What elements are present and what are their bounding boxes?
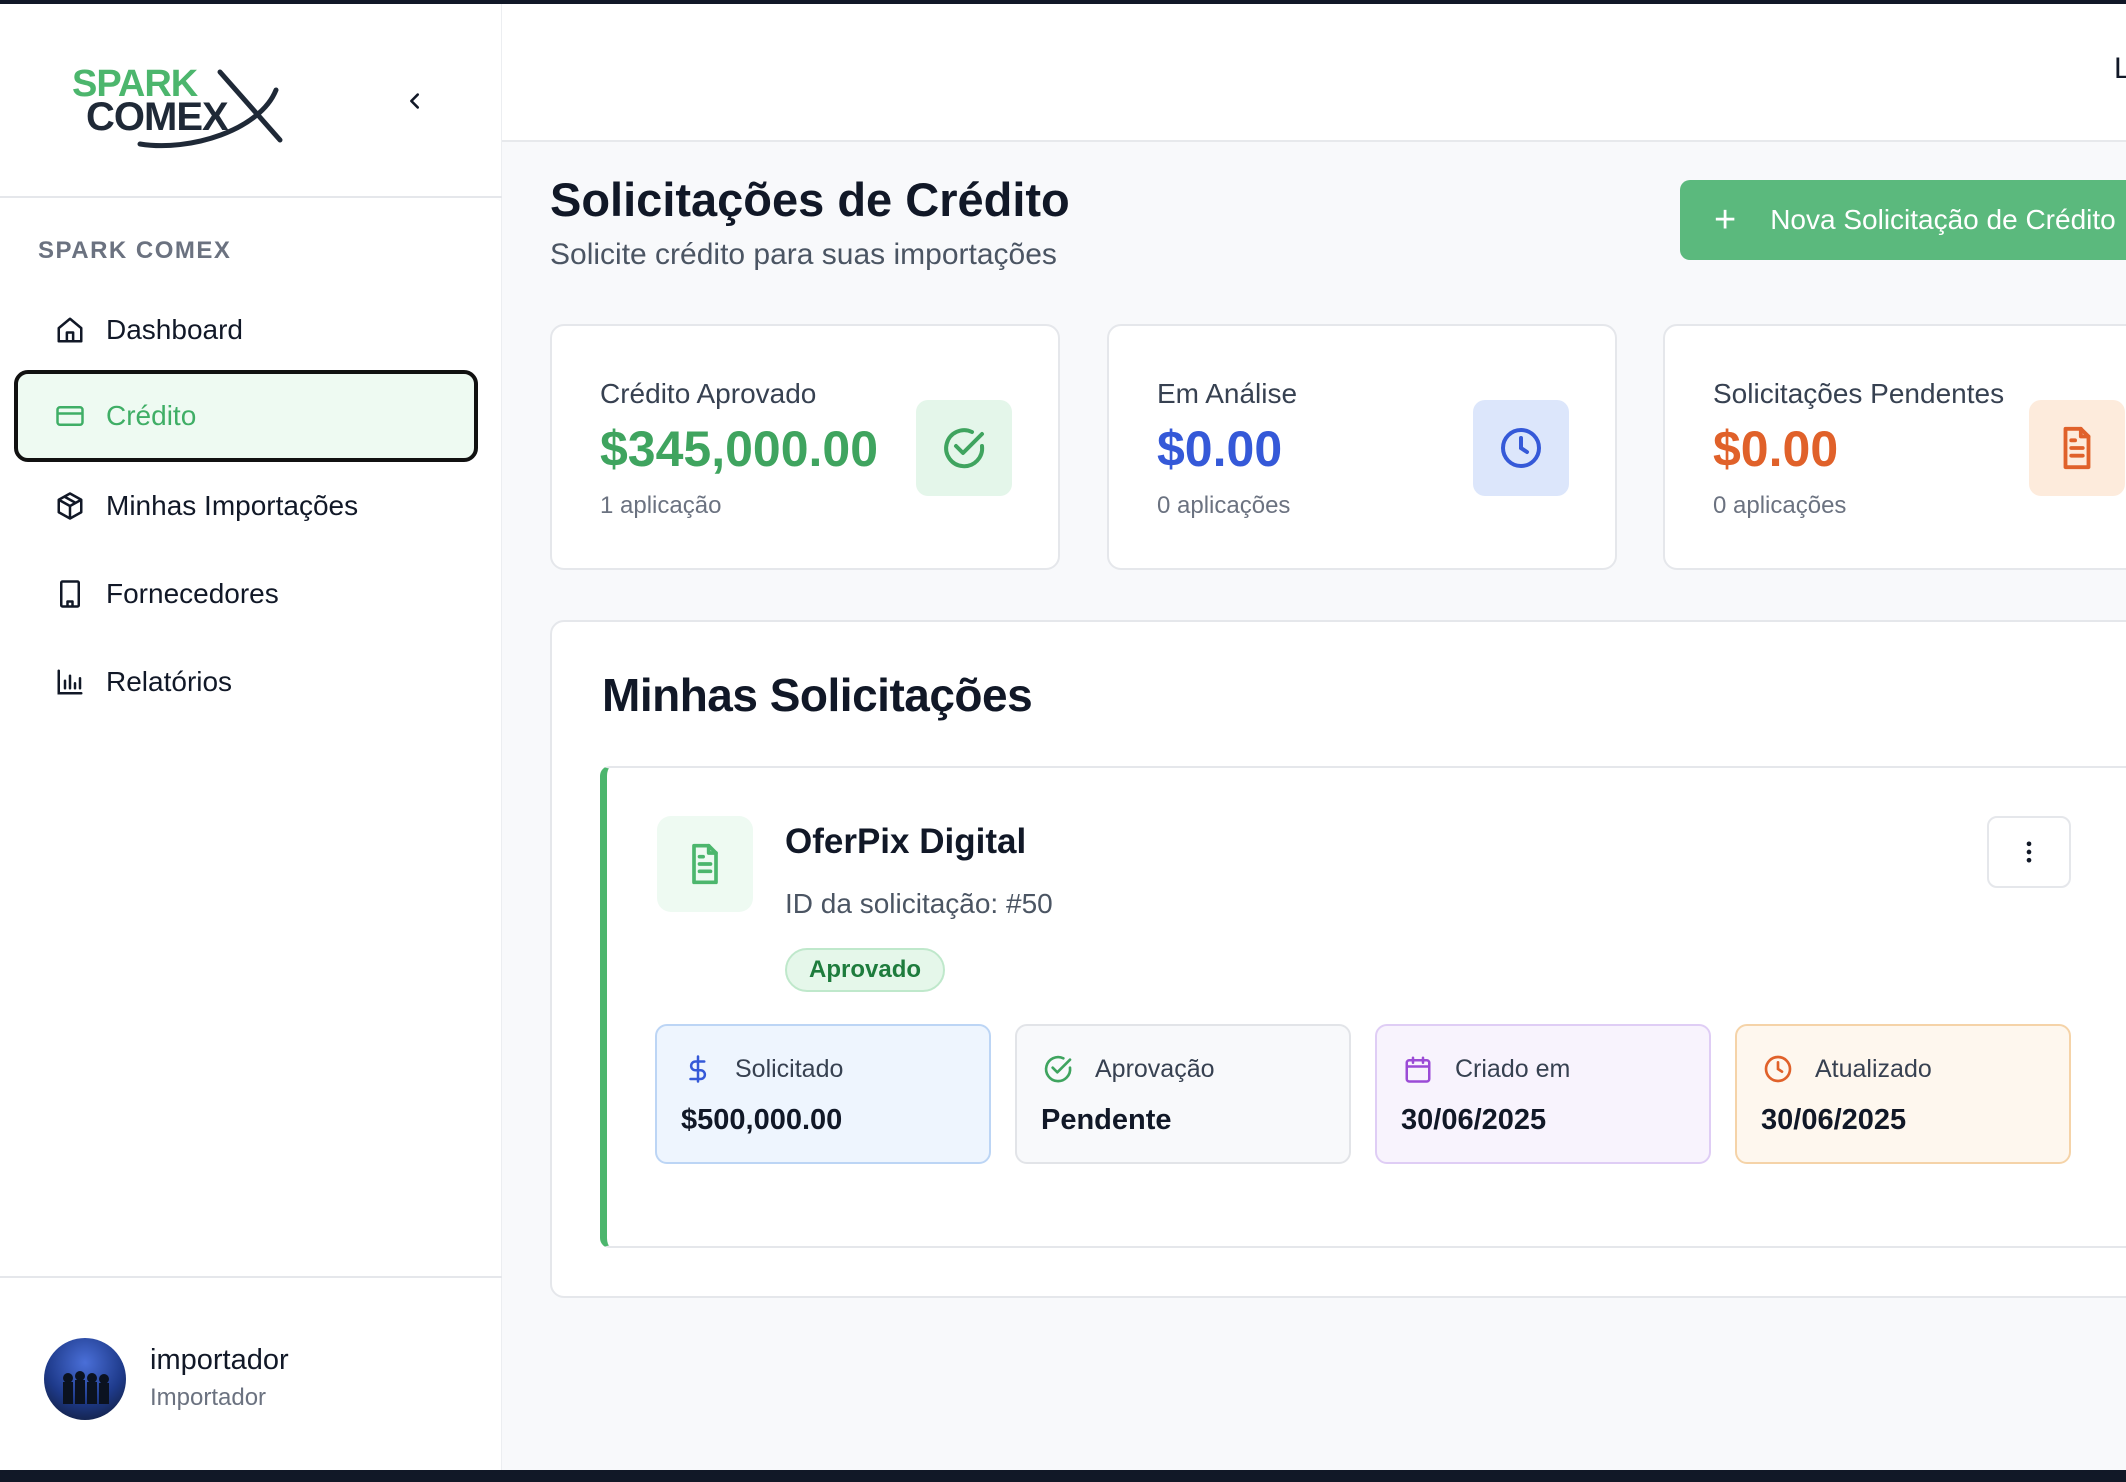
- plus-icon: +: [1714, 198, 1737, 241]
- check-circle-icon: [916, 400, 1012, 496]
- sidebar-item-credito[interactable]: Crédito: [14, 370, 478, 462]
- request-actions-button[interactable]: [1987, 816, 2071, 888]
- bar-chart-icon: [54, 666, 86, 698]
- page-title: Solicitações de Crédito: [550, 173, 1070, 226]
- stat-card-approved: Crédito Aprovado $345,000.00 1 aplicação: [550, 324, 1060, 570]
- requests-panel: Minhas Solicitações OferPix Digital ID d…: [550, 620, 2126, 1298]
- calendar-icon: [1401, 1052, 1435, 1086]
- sidebar-item-label: Dashboard: [106, 314, 243, 345]
- sidebar-item-label: Fornecedores: [106, 578, 279, 609]
- info-value: 30/06/2025: [1401, 1104, 1547, 1136]
- spark-comex-logo[interactable]: SPARK COMEX: [70, 60, 284, 152]
- stat-value: $345,000.00: [600, 421, 879, 477]
- user-role: Importador: [150, 1384, 267, 1411]
- building-icon: [54, 578, 86, 610]
- logo-area: SPARK COMEX: [0, 4, 502, 198]
- home-icon: [54, 314, 86, 346]
- svg-text:COMEX: COMEX: [86, 95, 229, 139]
- info-created: Criado em 30/06/2025: [1375, 1024, 1711, 1164]
- requests-title: Minhas Solicitações: [602, 669, 1033, 721]
- sidebar-item-relatorios[interactable]: Relatórios: [14, 636, 478, 728]
- info-requested: Solicitado $500,000.00: [655, 1024, 991, 1164]
- info-value: Pendente: [1041, 1104, 1172, 1136]
- sidebar: SPARK COMEX SPARK COMEX Dashboard Crédit…: [0, 4, 502, 1470]
- more-vertical-icon: [2026, 841, 2032, 863]
- credit-card-icon: [54, 400, 86, 432]
- package-icon: [54, 490, 86, 522]
- clock-icon: [1473, 400, 1569, 496]
- file-text-icon: [657, 816, 753, 912]
- request-card[interactable]: OferPix Digital ID da solicitação: #50 A…: [600, 766, 2126, 1248]
- info-updated: Atualizado 30/06/2025: [1735, 1024, 2071, 1164]
- status-badge: Aprovado: [785, 948, 946, 992]
- stat-card-in-analysis: Em Análise $0.00 0 aplicações: [1107, 324, 1617, 570]
- info-approval: Aprovação Pendente: [1015, 1024, 1351, 1164]
- new-credit-request-button[interactable]: + Nova Solicitação de Crédito: [1680, 180, 2126, 260]
- top-bar: L: [502, 4, 2126, 142]
- info-value: 30/06/2025: [1761, 1104, 1907, 1136]
- info-label: Atualizado: [1815, 1054, 1932, 1083]
- stat-sub: 0 aplicações: [1713, 492, 1847, 519]
- chevron-left-icon: [410, 93, 420, 109]
- collapse-sidebar-button[interactable]: [398, 84, 432, 118]
- stat-label: Crédito Aprovado: [600, 378, 817, 409]
- new-credit-request-label: Nova Solicitação de Crédito: [1770, 204, 2116, 235]
- info-label: Criado em: [1455, 1054, 1571, 1083]
- stat-value: $0.00: [1157, 421, 1283, 477]
- stat-label: Solicitações Pendentes: [1713, 378, 2005, 409]
- sidebar-item-fornecedores[interactable]: Fornecedores: [14, 548, 478, 640]
- dollar-icon: [681, 1052, 715, 1086]
- sidebar-section-title: SPARK COMEX: [38, 237, 232, 264]
- avatar: [44, 1338, 126, 1420]
- page-subtitle: Solicite crédito para suas importações: [550, 238, 1057, 271]
- sidebar-item-label: Crédito: [106, 400, 197, 431]
- stat-sub: 1 aplicação: [600, 492, 722, 519]
- info-label: Aprovação: [1095, 1054, 1215, 1083]
- info-value: $500,000.00: [681, 1104, 843, 1136]
- file-text-icon: [2029, 400, 2125, 496]
- app-window: SPARK COMEX SPARK COMEX Dashboard Crédit…: [0, 4, 2126, 1470]
- stat-card-pending: Solicitações Pendentes $0.00 0 aplicaçõe…: [1663, 324, 2126, 570]
- sidebar-item-label: Minhas Importações: [106, 490, 359, 521]
- request-company: OferPix Digital: [785, 822, 1027, 861]
- request-id: ID da solicitação: #50: [785, 888, 1053, 919]
- stat-label: Em Análise: [1157, 378, 1298, 409]
- topbar-clipped-text: L: [2114, 52, 2126, 85]
- stat-value: $0.00: [1713, 421, 1839, 477]
- clock-icon: [1761, 1052, 1795, 1086]
- check-circle-icon: [1041, 1052, 1075, 1086]
- sidebar-item-label: Relatórios: [106, 666, 233, 697]
- user-profile[interactable]: importador Importador: [0, 1276, 502, 1470]
- sidebar-item-minhas-importacoes[interactable]: Minhas Importações: [14, 460, 478, 552]
- info-label: Solicitado: [735, 1054, 844, 1083]
- bottom-bar: [0, 1470, 2126, 1482]
- stat-sub: 0 aplicações: [1157, 492, 1291, 519]
- sidebar-item-dashboard[interactable]: Dashboard: [14, 284, 478, 376]
- user-name: importador: [150, 1344, 289, 1376]
